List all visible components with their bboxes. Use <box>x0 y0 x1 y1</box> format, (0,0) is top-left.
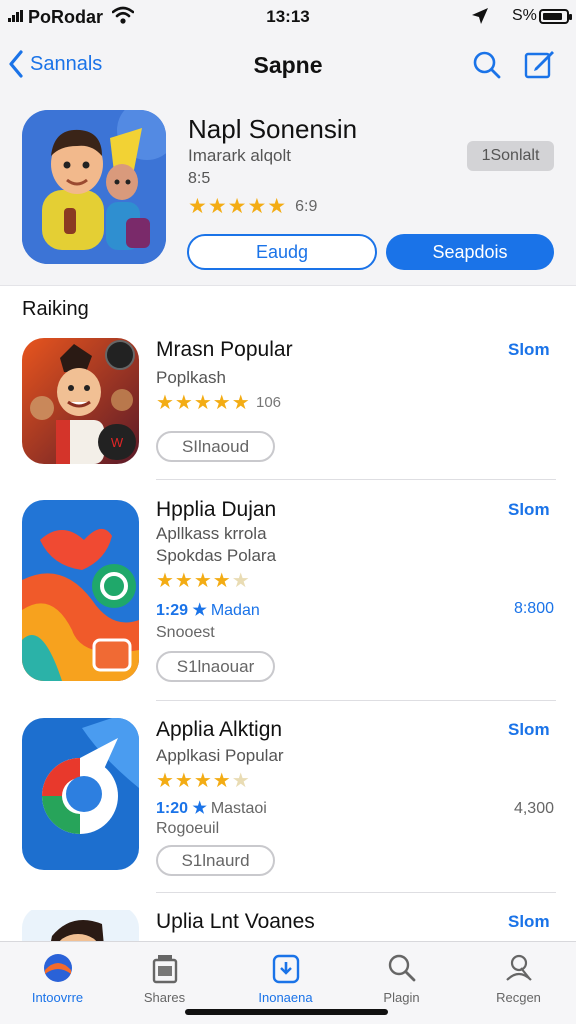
tab-label: Intoovrre <box>31 990 84 1005</box>
app-subtitle-2: Spokdas Polara <box>156 546 277 565</box>
account-icon <box>506 954 532 981</box>
star-rating-icon: ★★★★★ <box>188 195 288 218</box>
app-name: Mrasn Popular <box>156 338 293 361</box>
svg-text:W: W <box>111 435 124 450</box>
divider <box>156 700 556 701</box>
get-button[interactable]: Slom <box>508 340 550 360</box>
tab-account[interactable]: Recgen <box>461 942 576 1012</box>
divider <box>156 892 556 893</box>
featured-app-card: Napl Sonensin Imarark alqolt 8:5 ★★★★★ 6… <box>0 96 576 286</box>
featured-app-rating: ★★★★★ 6:9 <box>188 194 317 219</box>
install-button[interactable]: S1lnaurd <box>156 845 275 876</box>
install-button[interactable]: S1lnaouar <box>156 651 275 682</box>
rating-count: 106 <box>256 394 282 411</box>
app-meta-value: 8:800 <box>513 600 554 617</box>
navigation-bar: Sannals Sapne <box>0 34 576 96</box>
app-subtitle: Poplkash <box>156 368 226 387</box>
home-indicator[interactable] <box>185 1009 388 1015</box>
app-icon[interactable] <box>22 500 139 681</box>
tab-updates[interactable]: Inonaena <box>228 942 343 1012</box>
tab-label: Recgen <box>496 990 541 1005</box>
list-item[interactable]: Uplia Lnt Voanes Slom <box>0 910 576 941</box>
star-rating-icon: ★★★★★ <box>156 770 251 792</box>
star-rating-icon: ★★★★★ <box>156 570 251 592</box>
app-note: Rogoeuil <box>156 820 220 837</box>
app-icon[interactable]: W <box>22 338 139 464</box>
battery-percent: S% <box>512 7 537 24</box>
featured-app-icon[interactable] <box>22 110 166 264</box>
app-meta: 1:20 ★ Mastaoi <box>156 800 267 817</box>
battery-icon <box>539 9 572 24</box>
get-button[interactable]: Slom <box>508 720 550 740</box>
tab-today[interactable]: Intoovrre <box>0 942 115 1012</box>
search-icon[interactable] <box>472 50 502 80</box>
app-subtitle: Applkasi Popular <box>156 746 284 765</box>
apps-icon <box>152 955 178 984</box>
featured-app-badge[interactable]: 1Sonlalt <box>467 141 554 171</box>
tab-label: Inonaena <box>258 990 313 1005</box>
tab-label: Plagin <box>383 990 420 1005</box>
app-note: Snooest <box>156 624 215 641</box>
app-meta: 1:29 ★ Madan <box>156 602 260 619</box>
rating-value: 6:9 <box>295 197 318 215</box>
tab-apps[interactable]: Shares <box>107 942 222 1012</box>
get-button[interactable]: Slom <box>508 912 550 932</box>
search-icon <box>388 954 416 982</box>
status-bar: PoRodar 13:13 S% <box>0 0 576 34</box>
app-icon[interactable] <box>22 718 139 870</box>
app-subtitle: Apllkass krrola <box>156 524 267 543</box>
app-name: Applia Alktign <box>156 718 283 741</box>
secondary-action-button[interactable]: Eaudg <box>187 234 377 270</box>
app-meta-value: 4,300 <box>513 800 554 817</box>
app-name: Hpplia Dujan <box>156 498 277 521</box>
star-rating-icon: ★★★★★ <box>156 392 251 414</box>
featured-app-subtitle: Imarark alqolt <box>188 146 291 165</box>
install-button[interactable]: SIlnaoud <box>156 431 275 462</box>
compose-icon[interactable] <box>524 49 556 79</box>
get-button[interactable]: Slom <box>508 500 550 520</box>
app-name: Uplia Lnt Voanes <box>156 910 315 933</box>
app-icon[interactable] <box>22 910 139 941</box>
location-arrow-icon <box>472 8 488 24</box>
divider <box>156 479 556 480</box>
tab-search[interactable]: Plagin <box>344 942 459 1012</box>
updates-icon <box>272 954 300 984</box>
featured-app-name: Napl Sonensin <box>188 114 358 144</box>
section-heading: Raiking <box>22 298 89 320</box>
primary-action-button[interactable]: Seapdois <box>386 234 554 270</box>
featured-app-subtitle-2: 8:5 <box>188 170 211 187</box>
tab-label: Shares <box>143 990 186 1005</box>
today-icon <box>44 954 72 982</box>
